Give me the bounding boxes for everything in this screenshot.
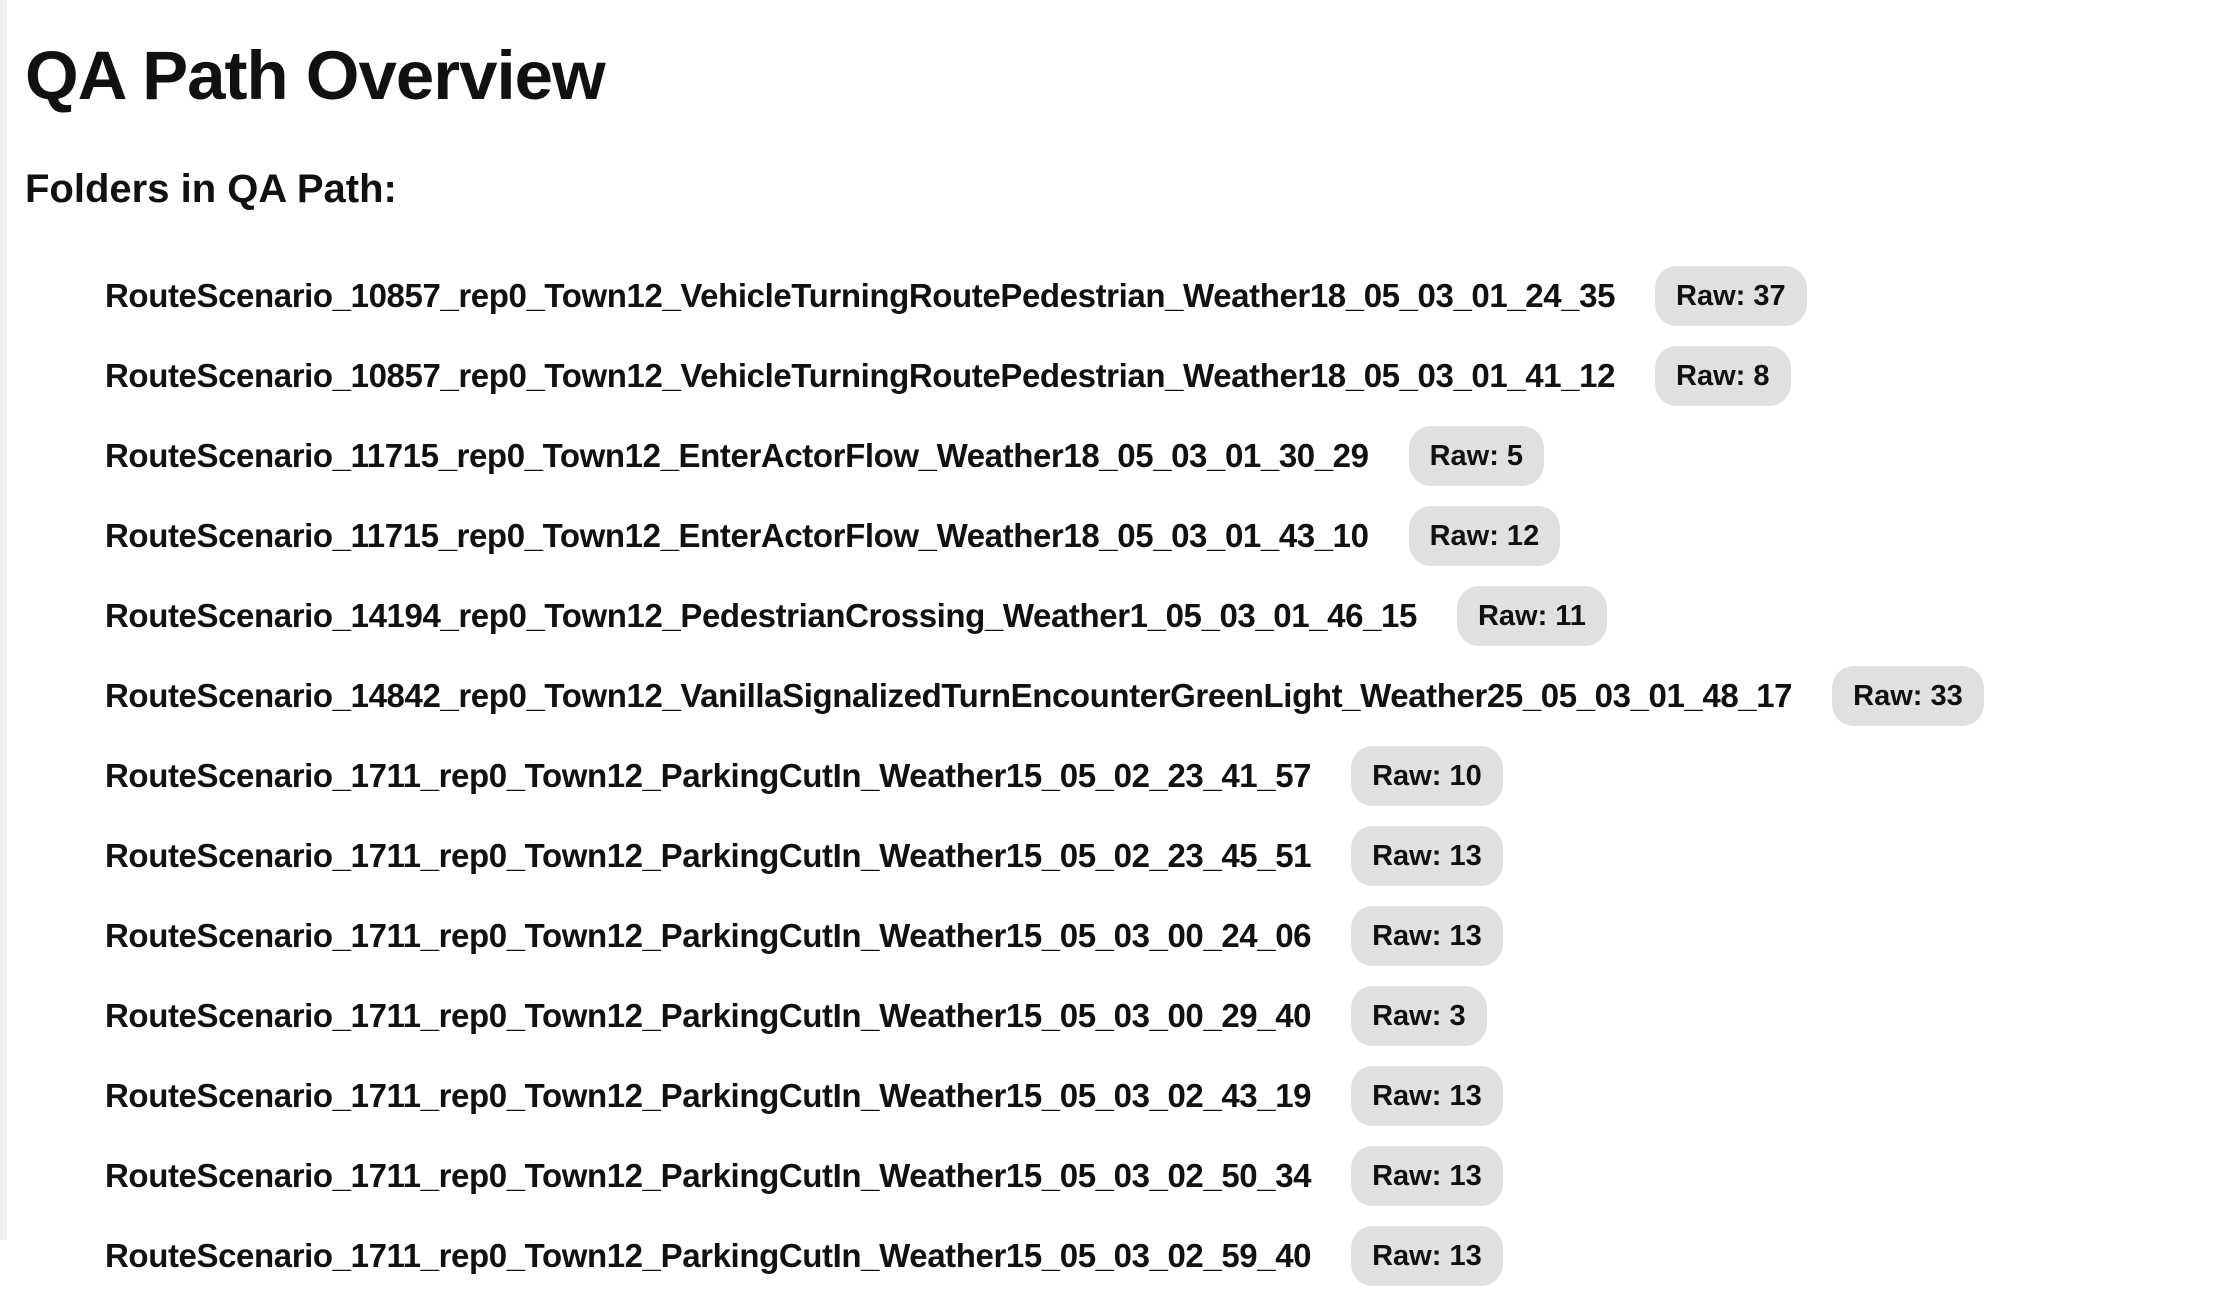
- folder-list: RouteScenario_10857_rep0_Town12_VehicleT…: [105, 256, 1984, 1296]
- raw-count-badge: Raw: 33: [1832, 666, 1984, 726]
- folder-name: RouteScenario_11715_rep0_Town12_EnterAct…: [105, 517, 1369, 554]
- folder-name: RouteScenario_14842_rep0_Town12_VanillaS…: [105, 677, 1793, 714]
- folder-row: RouteScenario_1711_rep0_Town12_ParkingCu…: [105, 736, 1984, 816]
- folder-name: RouteScenario_1711_rep0_Town12_ParkingCu…: [105, 837, 1312, 874]
- folder-row: RouteScenario_14842_rep0_Town12_VanillaS…: [105, 656, 1984, 736]
- folder-name: RouteScenario_1711_rep0_Town12_ParkingCu…: [105, 917, 1312, 954]
- folder-row: RouteScenario_1711_rep0_Town12_ParkingCu…: [105, 976, 1984, 1056]
- folder-row: RouteScenario_1711_rep0_Town12_ParkingCu…: [105, 1136, 1984, 1216]
- raw-count-badge: Raw: 8: [1655, 346, 1791, 406]
- folder-row: RouteScenario_11715_rep0_Town12_EnterAct…: [105, 416, 1984, 496]
- page-left-border: [0, 0, 7, 1240]
- section-heading: Folders in QA Path:: [25, 167, 397, 211]
- folder-row: RouteScenario_14194_rep0_Town12_Pedestri…: [105, 576, 1984, 656]
- raw-count-badge: Raw: 10: [1351, 746, 1503, 806]
- raw-count-badge: Raw: 3: [1351, 986, 1487, 1046]
- folder-row: RouteScenario_1711_rep0_Town12_ParkingCu…: [105, 1216, 1984, 1296]
- folder-row: RouteScenario_1711_rep0_Town12_ParkingCu…: [105, 816, 1984, 896]
- raw-count-badge: Raw: 13: [1351, 1146, 1503, 1206]
- main-content: QA Path Overview Folders in QA Path: Rou…: [25, 0, 2205, 1286]
- raw-count-badge: Raw: 11: [1456, 586, 1607, 646]
- folder-row: RouteScenario_10857_rep0_Town12_VehicleT…: [105, 256, 1984, 336]
- folder-name: RouteScenario_11715_rep0_Town12_EnterAct…: [105, 437, 1369, 474]
- raw-count-badge: Raw: 13: [1351, 1226, 1503, 1286]
- folder-name: RouteScenario_10857_rep0_Town12_VehicleT…: [105, 277, 1616, 314]
- folder-name: RouteScenario_1711_rep0_Town12_ParkingCu…: [105, 997, 1312, 1034]
- raw-count-badge: Raw: 13: [1351, 1066, 1503, 1126]
- folder-name: RouteScenario_1711_rep0_Town12_ParkingCu…: [105, 1237, 1312, 1274]
- folder-row: RouteScenario_11715_rep0_Town12_EnterAct…: [105, 496, 1984, 576]
- folder-name: RouteScenario_10857_rep0_Town12_VehicleT…: [105, 357, 1616, 394]
- folder-name: RouteScenario_14194_rep0_Town12_Pedestri…: [105, 597, 1417, 634]
- folder-name: RouteScenario_1711_rep0_Town12_ParkingCu…: [105, 1157, 1312, 1194]
- raw-count-badge: Raw: 37: [1655, 266, 1807, 326]
- folder-name: RouteScenario_1711_rep0_Town12_ParkingCu…: [105, 1077, 1312, 1114]
- raw-count-badge: Raw: 5: [1408, 426, 1545, 486]
- folder-row: RouteScenario_10857_rep0_Town12_VehicleT…: [105, 336, 1984, 416]
- folder-row: RouteScenario_1711_rep0_Town12_ParkingCu…: [105, 896, 1984, 976]
- folder-name: RouteScenario_1711_rep0_Town12_ParkingCu…: [105, 757, 1312, 794]
- page-title: QA Path Overview: [25, 37, 606, 114]
- folder-row: RouteScenario_1711_rep0_Town12_ParkingCu…: [105, 1056, 1984, 1136]
- raw-count-badge: Raw: 12: [1408, 506, 1561, 566]
- raw-count-badge: Raw: 13: [1351, 826, 1503, 886]
- raw-count-badge: Raw: 13: [1351, 906, 1503, 966]
